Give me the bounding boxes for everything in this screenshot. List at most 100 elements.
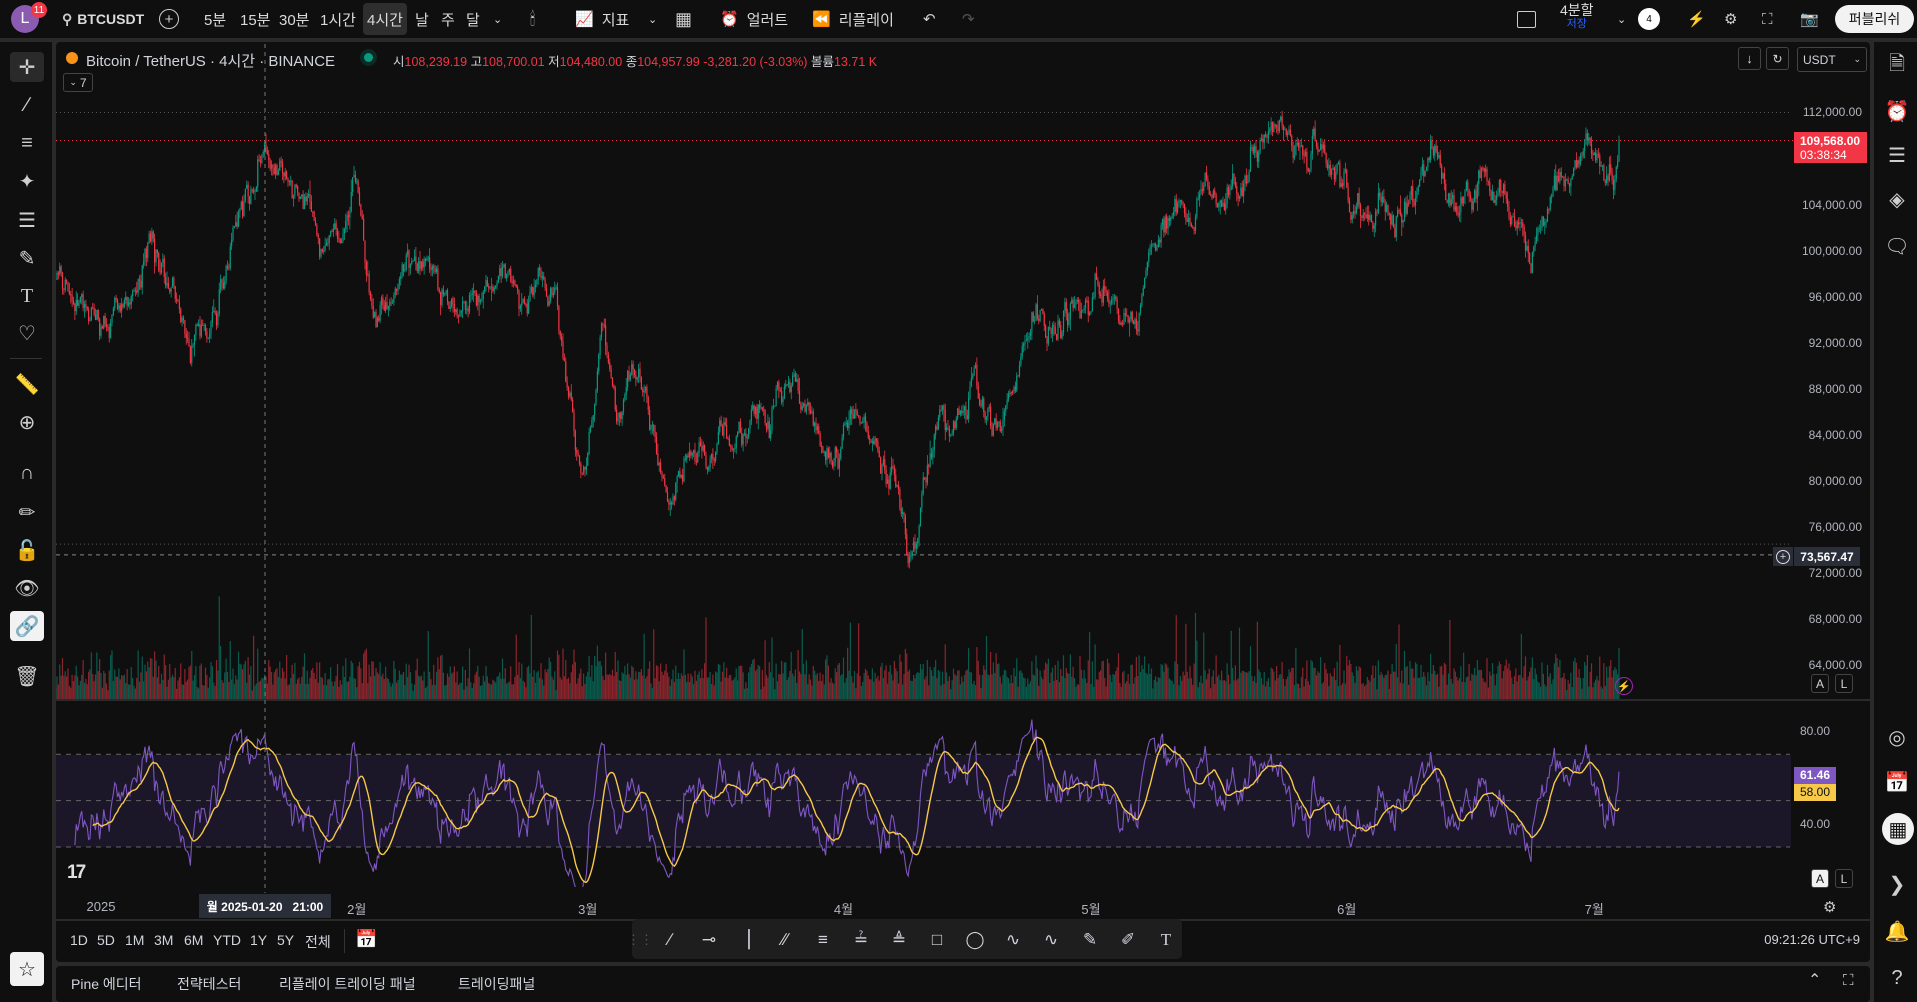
alert-button[interactable]: ⏰ 얼러트 xyxy=(720,0,788,38)
object-tree-button[interactable]: ☰ xyxy=(1882,140,1912,170)
replay-button[interactable]: ⏪ 리플레이 xyxy=(812,0,894,38)
draw-highlighter-button[interactable]: ✐ xyxy=(1113,926,1143,954)
interval-4h[interactable]: 4시간 xyxy=(367,0,403,38)
interval-month[interactable]: 달 xyxy=(466,0,480,38)
range-5y[interactable]: 5Y xyxy=(277,932,294,948)
draw-trendline-button[interactable]: ∕ xyxy=(655,926,685,954)
measure-tool[interactable]: 📏 xyxy=(10,369,44,399)
indicators-collapse-button[interactable]: ⌄ 7 xyxy=(63,73,93,92)
range-1y[interactable]: 1Y xyxy=(250,932,267,948)
indicators-button[interactable]: 📈 지표 xyxy=(575,0,629,38)
layout-dropdown[interactable]: ⌄ xyxy=(1617,0,1626,38)
favorites-button[interactable]: ☆ xyxy=(10,952,44,986)
rsi-log-scale-button[interactable]: L xyxy=(1835,869,1853,888)
watchlist-button[interactable]: 🗎 xyxy=(1882,51,1912,81)
chart-type-button[interactable]: 🕯 xyxy=(530,0,535,38)
interval-1h[interactable]: 1시간 xyxy=(320,0,356,38)
notifications-button[interactable]: 🔔 xyxy=(1882,916,1912,946)
publish-button[interactable]: 퍼블리쉬 xyxy=(1835,5,1914,33)
range-1d[interactable]: 1D xyxy=(70,932,88,948)
range-6m[interactable]: 6M xyxy=(184,932,203,948)
currency-select[interactable]: USDT ⌄ xyxy=(1797,47,1867,72)
tab-strategy-tester[interactable]: 전략테스터 xyxy=(177,974,241,994)
draw-elliott-wave-button[interactable]: ∿ xyxy=(998,926,1028,954)
range-5d[interactable]: 5D xyxy=(97,932,115,948)
trendline-tool[interactable]: ∕ xyxy=(10,90,44,120)
lock-drawings-tool[interactable]: 🔓 xyxy=(10,535,44,565)
draw-fib-retracement-button[interactable]: ≡ xyxy=(808,926,838,954)
rsi-auto-scale-button[interactable]: A xyxy=(1811,869,1829,888)
icon-tool[interactable]: ♡ xyxy=(10,318,44,348)
draw-vertical-line-button[interactable]: ⎥ xyxy=(732,926,762,954)
interval-15m[interactable]: 15분 xyxy=(240,0,271,38)
clock-timezone[interactable]: 09:21:26 UTC+9 xyxy=(1760,932,1860,947)
log-scale-button[interactable]: L xyxy=(1835,674,1853,693)
tab-replay-trading-panel[interactable]: 리플레이 트레이딩 패널 xyxy=(279,974,416,994)
brush-tool[interactable]: ✎ xyxy=(10,243,44,273)
draw-fib-channel-button[interactable]: ≜ xyxy=(884,926,914,954)
magnet-tool[interactable]: ∩ xyxy=(10,458,44,488)
range-ytd[interactable]: YTD xyxy=(213,932,241,948)
interval-day[interactable]: 날 xyxy=(415,0,429,38)
draw-brush-button[interactable]: ✎ xyxy=(1075,926,1105,954)
layers-button[interactable]: ◈ xyxy=(1882,184,1912,214)
stay-drawing-tool[interactable]: ✏ xyxy=(10,497,44,527)
interval-5m[interactable]: 5분 xyxy=(204,0,226,38)
auto-scale-button[interactable]: A xyxy=(1811,674,1829,693)
toolbar-drag-handle[interactable]: ⋮⋮ xyxy=(625,926,655,954)
tab-trading-panel[interactable]: 트레이딩패널 xyxy=(458,974,535,994)
alerts-button[interactable]: ⏰ xyxy=(1882,96,1912,126)
scroll-to-latest-button[interactable]: ↓ xyxy=(1738,47,1761,70)
remove-drawings-tool[interactable]: 🗑 xyxy=(10,661,44,691)
redo-button[interactable]: ↷ xyxy=(962,0,975,38)
indicators-dropdown[interactable]: ⌄ xyxy=(648,0,657,38)
lightning-icon[interactable]: ⚡ xyxy=(1615,677,1633,695)
expand-panel-button[interactable]: ⌃ xyxy=(1808,970,1821,990)
time-axis-settings-button[interactable]: ⚙ xyxy=(1823,898,1836,916)
settings-button[interactable]: ⚙ xyxy=(1724,0,1737,38)
add-symbol-button[interactable]: + xyxy=(159,0,179,38)
products-button[interactable]: ▦ xyxy=(1882,813,1914,845)
stream-button[interactable]: ❯ xyxy=(1882,869,1912,899)
pattern-tool[interactable]: ✦ xyxy=(10,166,44,196)
calendar-button[interactable]: 📅 xyxy=(1882,767,1912,797)
quick-search-button[interactable]: ⚡ xyxy=(1687,0,1706,38)
fib-tool[interactable]: ≡ xyxy=(10,128,44,158)
tab-pine-editor[interactable]: Pine 에디터 xyxy=(71,974,142,994)
draw-abc-pattern-button[interactable]: ∿ xyxy=(1036,926,1066,954)
sync-drawings-tool[interactable]: 🔗 xyxy=(10,611,44,641)
draw-text-button[interactable]: T xyxy=(1151,926,1181,954)
text-tool[interactable]: T xyxy=(10,281,44,311)
draw-horizontal-ray-button[interactable]: ⊸ xyxy=(694,926,724,954)
go-to-date-button[interactable]: 📅 xyxy=(355,929,377,950)
symbol-search[interactable]: ⚲ BTCUSDT xyxy=(62,0,144,38)
range-all[interactable]: 전체 xyxy=(305,932,331,952)
help-button[interactable]: ? xyxy=(1882,963,1912,993)
range-1m[interactable]: 1M xyxy=(125,932,144,948)
interval-dropdown[interactable]: ⌄ xyxy=(493,0,502,38)
maximize-panel-button[interactable]: ⛶ xyxy=(1843,972,1854,989)
price-chart[interactable] xyxy=(0,0,1917,1002)
undo-button[interactable]: ↶ xyxy=(923,0,936,38)
reset-scale-button[interactable]: ↻ xyxy=(1766,47,1789,70)
layout-name[interactable]: 4분할 저장 xyxy=(1560,3,1594,31)
range-3m[interactable]: 3M xyxy=(154,932,173,948)
snapshot-button[interactable]: 📷 xyxy=(1800,0,1819,38)
interval-week[interactable]: 주 xyxy=(441,0,455,38)
fullscreen-button[interactable]: ⛶ xyxy=(1762,0,1773,38)
zoom-tool[interactable]: ⊕ xyxy=(10,407,44,437)
prediction-tool[interactable]: ☰ xyxy=(10,205,44,235)
tradingview-logo[interactable]: 17 xyxy=(67,862,86,884)
crosshair-tool[interactable]: ✛ xyxy=(10,52,44,82)
layout-select-button[interactable] xyxy=(1517,0,1536,38)
draw-fib-extension-button[interactable]: ≟ xyxy=(846,926,876,954)
layouts-button[interactable]: ▦ xyxy=(675,0,692,38)
interval-30m[interactable]: 30분 xyxy=(279,0,310,38)
screener-button[interactable]: ◎ xyxy=(1882,722,1912,752)
legend-title[interactable]: Bitcoin / TetherUS · 4시간 · BINANCE xyxy=(86,50,335,71)
draw-ellipse-button[interactable]: ◯ xyxy=(960,926,990,954)
draw-parallel-channel-button[interactable]: ∕∕ xyxy=(770,926,800,954)
chat-button[interactable]: 🗨 xyxy=(1882,231,1912,261)
add-alert-plus-button[interactable]: + xyxy=(1773,547,1793,566)
hide-drawings-tool[interactable]: 👁 xyxy=(10,573,44,603)
